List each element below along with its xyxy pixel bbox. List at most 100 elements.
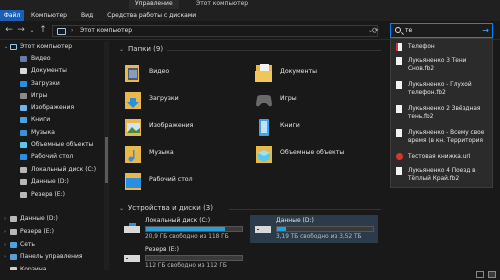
sidebar-item-documents[interactable]: Документы (0, 66, 104, 76)
search-go-arrow-icon[interactable]: → (482, 25, 489, 36)
sidebar-item-this-pc[interactable]: ⌄ Этот компьютер (0, 42, 104, 52)
expand-chevron-icon[interactable]: › (4, 252, 6, 262)
folder-pictures[interactable]: Изображения (123, 116, 263, 142)
tab-drive-tools[interactable]: Средства работы с дисками (100, 10, 203, 21)
games-folder-icon (256, 95, 272, 107)
group-header-drives[interactable]: ⌄ Устройства и диски (3) (119, 204, 213, 212)
drive-icon (20, 167, 27, 173)
search-input[interactable]: те (405, 24, 412, 37)
music-folder-icon (20, 130, 27, 136)
sidebar-item-label: Книги (31, 116, 51, 123)
up-arrow-icon[interactable]: ↑ (37, 25, 49, 36)
tab-computer[interactable]: Компьютер (24, 10, 74, 21)
sidebar-item-music[interactable]: Музыка (0, 128, 104, 138)
sidebar-item-label: Музыка (31, 129, 55, 136)
sidebar-item-label: Изображения (31, 104, 75, 111)
folder-downloads[interactable]: Загрузки (123, 89, 263, 115)
drive-e[interactable]: Резерв (E:) 112 ГБ свободно из 112 ГБ (119, 244, 247, 272)
drive-name: Резерв (E:) (145, 246, 179, 253)
address-bar[interactable]: › Этот компьютер ⌄ (52, 25, 378, 37)
sidebar-item-games[interactable]: Игры (0, 91, 104, 101)
books-folder-icon (20, 117, 27, 123)
folder-name: Документы (280, 68, 318, 75)
group-header-label: Папки (9) (128, 45, 164, 53)
document-icon (396, 57, 402, 65)
sidebar-scrollbar[interactable] (104, 41, 109, 276)
sidebar-item-label: Загрузки (31, 80, 60, 87)
folder-name: Загрузки (149, 95, 179, 102)
drive-d[interactable]: Данные (D:) 3,19 ТБ свободно из 3,52 ТБ (250, 215, 378, 243)
folder-desktop[interactable]: Рабочий стол (123, 170, 263, 196)
games-folder-icon (20, 93, 27, 99)
documents-folder-icon (20, 68, 27, 74)
ribbon-tabs: Файл Компьютер Вид Средства работы с дис… (0, 10, 500, 21)
drive-free-space: 3,19 ТБ свободно из 3,52 ТБ (276, 234, 362, 240)
context-tab-manage[interactable]: Управление (129, 0, 179, 9)
drive-usage-fill (146, 227, 225, 231)
sidebar-item-drive-c[interactable]: Локальный диск (C:) (0, 165, 104, 175)
sidebar-item-label: Сеть (20, 241, 35, 248)
drive-icon (255, 226, 271, 233)
sidebar-item-drive-d-root[interactable]: › Данные (D:) (0, 214, 104, 224)
sidebar-item-label: Резерв (E:) (20, 228, 54, 235)
details-view-icon[interactable] (476, 271, 484, 278)
sidebar-item-label: Видео (31, 55, 51, 62)
desktop-folder-icon (20, 154, 27, 160)
document-icon (396, 129, 402, 137)
pdf-icon (396, 43, 402, 51)
sidebar-item-drive-e[interactable]: Резерв (E:) (0, 190, 104, 200)
folder-video[interactable]: Видео (123, 62, 263, 88)
sidebar-item-label: Панель управления (20, 253, 83, 260)
folder-games[interactable]: Игры (254, 89, 394, 115)
back-arrow-icon[interactable]: ← (3, 25, 15, 36)
sidebar-item-label: Игры (31, 92, 48, 99)
large-icons-view-icon[interactable] (488, 271, 496, 278)
collapse-chevron-icon[interactable]: ⌄ (119, 205, 124, 212)
sidebar-item-downloads[interactable]: Загрузки (0, 79, 104, 89)
expand-chevron-icon[interactable]: ⌄ (4, 42, 8, 52)
scrollbar-thumb[interactable] (105, 137, 108, 183)
documents-folder-icon (255, 64, 272, 82)
sidebar-item-pictures[interactable]: Изображения (0, 103, 104, 113)
drive-c[interactable]: Локальный диск (C:) 20,9 ГБ свободно из … (119, 215, 247, 243)
group-header-folders[interactable]: ⌄ Папки (9) (119, 45, 163, 53)
control-panel-icon (10, 254, 17, 260)
sidebar-item-control-panel[interactable]: › Панель управления (0, 252, 104, 262)
title-bar: Управление Этот компьютер (0, 0, 500, 10)
sidebar-item-video[interactable]: Видео (0, 54, 104, 64)
drive-icon (10, 216, 17, 222)
downloads-folder-icon (20, 81, 27, 87)
folder-music[interactable]: Музыка (123, 143, 263, 169)
drive-free-space: 20,9 ГБ свободно из 118 ГБ (145, 234, 229, 240)
status-bar (0, 270, 500, 280)
folder-name: Музыка (149, 149, 174, 156)
folder-name: Объемные объекты (280, 149, 345, 156)
sidebar-item-books[interactable]: Книги (0, 115, 104, 125)
search-box[interactable]: те → (390, 23, 493, 38)
tab-file[interactable]: Файл (0, 10, 24, 21)
collapse-chevron-icon[interactable]: ⌄ (119, 46, 124, 53)
sidebar-item-3d-objects[interactable]: Объемные объекты (0, 140, 104, 150)
sidebar-item-label: Рабочий стол (31, 153, 74, 160)
sidebar-item-drive-d[interactable]: Данные (D:) (0, 177, 104, 187)
expand-chevron-icon[interactable]: › (4, 240, 6, 250)
folder-name: Игры (280, 95, 297, 102)
breadcrumb-this-pc[interactable]: Этот компьютер (80, 26, 132, 36)
sidebar-item-desktop[interactable]: Рабочий стол (0, 152, 104, 162)
pictures-folder-icon (20, 105, 27, 111)
sidebar-item-label: Документы (31, 67, 67, 74)
folder-documents[interactable]: Документы (254, 62, 394, 88)
tab-view[interactable]: Вид (74, 10, 100, 21)
music-folder-icon (125, 146, 141, 163)
sidebar-item-network[interactable]: › Сеть (0, 240, 104, 250)
expand-chevron-icon[interactable]: › (4, 214, 6, 224)
expand-chevron-icon[interactable]: › (4, 227, 6, 237)
search-result-text: Лукьяненко - Всему свое время (в кн. Тер… (408, 130, 485, 144)
drive-usage-bar (145, 255, 243, 261)
computer-icon (57, 28, 66, 35)
search-result-text: Телефон (408, 44, 435, 50)
folder-books[interactable]: Книги (254, 116, 394, 142)
sidebar-item-drive-e-root[interactable]: › Резерв (E:) (0, 227, 104, 237)
refresh-icon[interactable]: ⟳ (372, 25, 379, 36)
folder-3d-objects[interactable]: Объемные объекты (254, 143, 394, 169)
